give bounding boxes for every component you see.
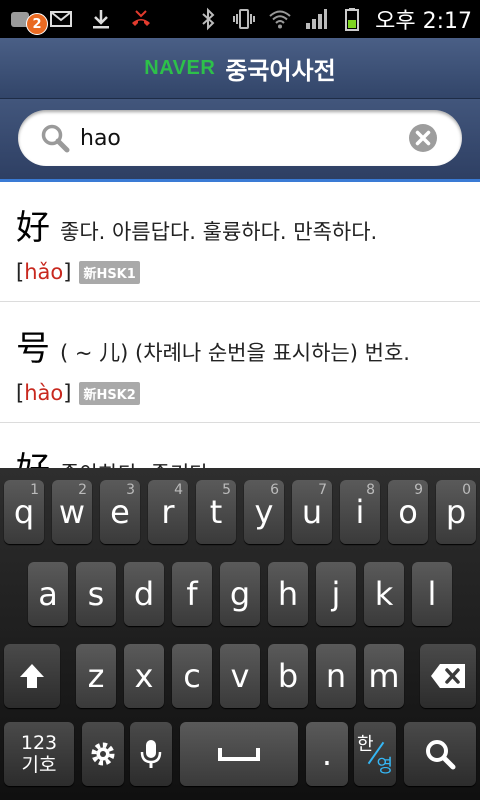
key-v[interactable]: v	[220, 644, 260, 708]
pinyin-text: hào	[24, 381, 64, 405]
result-hanzi: 号	[16, 329, 50, 369]
backspace-key[interactable]	[420, 644, 476, 708]
backspace-icon	[431, 664, 465, 688]
result-item[interactable]: 好 좋아하다. 즐기다.	[0, 424, 480, 468]
signal-icon	[303, 6, 329, 32]
settings-key[interactable]	[82, 722, 124, 786]
language-toggle-label: 한 영	[357, 734, 393, 777]
language-toggle-key[interactable]: 한 영	[354, 722, 396, 786]
result-details: [hǎo] 新HSK1	[16, 260, 140, 284]
hsk-level-badge: 新HSK1	[79, 260, 140, 284]
result-headline: 好 좋다. 아름답다. 훌륭하다. 만족하다.	[16, 200, 377, 249]
pinyin-text: hǎo	[24, 260, 64, 284]
key-u[interactable]: 7u	[292, 480, 332, 544]
shift-arrow-icon	[20, 664, 44, 688]
bluetooth-icon	[195, 6, 221, 32]
wifi-icon	[267, 6, 293, 32]
microphone-icon	[140, 740, 162, 768]
search-icon	[41, 124, 70, 153]
key-d[interactable]: d	[124, 562, 164, 626]
key-i[interactable]: 8i	[340, 480, 380, 544]
result-details: [hào] 新HSK2	[16, 381, 140, 405]
search-key[interactable]	[404, 722, 476, 786]
result-hanzi: 好	[16, 208, 50, 248]
clear-search-icon[interactable]	[408, 123, 438, 153]
results-list: 好 좋다. 아름답다. 훌륭하다. 만족하다. [hǎo] 新HSK1 号 ( …	[0, 182, 480, 468]
key-q[interactable]: 1q	[4, 480, 44, 544]
page-title: 중국어사전	[225, 56, 336, 85]
key-h[interactable]: h	[268, 562, 308, 626]
hsk-level-badge: 新HSK2	[79, 381, 140, 405]
result-hanzi: 好	[16, 442, 50, 468]
key-e[interactable]: 3e	[100, 480, 140, 544]
result-meaning: 좋다. 아름답다. 훌륭하다. 만족하다.	[60, 220, 378, 244]
search-input[interactable]	[80, 120, 400, 156]
period-key[interactable]: .	[306, 722, 348, 786]
result-headline: 号 ( ~ 儿) (차례나 순번을 표시하는) 번호.	[16, 321, 410, 370]
space-bar-icon	[218, 748, 260, 761]
symbols-key[interactable]: 123 기호	[4, 722, 74, 786]
app-header: NAVER 중국어사전	[0, 38, 480, 99]
status-bar: 2 오후 2:17	[0, 0, 480, 38]
notification-badge: 2	[26, 13, 48, 35]
space-key[interactable]	[180, 722, 298, 786]
key-x[interactable]: x	[124, 644, 164, 708]
key-n[interactable]: n	[316, 644, 356, 708]
status-bar-system: 오후 2:17	[195, 0, 472, 38]
key-r[interactable]: 4r	[148, 480, 188, 544]
key-w[interactable]: 2w	[52, 480, 92, 544]
download-icon	[88, 6, 114, 32]
result-meaning: 좋아하다. 즐기다.	[60, 458, 215, 468]
search-area	[0, 99, 480, 179]
status-time: 오후 2:17	[375, 9, 472, 34]
voice-input-key[interactable]	[130, 722, 172, 786]
key-b[interactable]: b	[268, 644, 308, 708]
gear-icon	[91, 742, 115, 766]
key-f[interactable]: f	[172, 562, 212, 626]
key-a[interactable]: a	[28, 562, 68, 626]
key-l[interactable]: l	[412, 562, 452, 626]
key-s[interactable]: s	[76, 562, 116, 626]
missed-call-icon	[128, 6, 154, 32]
key-c[interactable]: c	[172, 644, 212, 708]
key-g[interactable]: g	[220, 562, 260, 626]
soft-keyboard: 1q 2w 3e 4r 5t 6y 7u 8i 9o 0p a s d f g …	[0, 468, 480, 800]
key-t[interactable]: 5t	[196, 480, 236, 544]
key-o[interactable]: 9o	[388, 480, 428, 544]
vibrate-icon	[231, 6, 257, 32]
key-m[interactable]: m	[364, 644, 404, 708]
shift-key[interactable]	[4, 644, 60, 708]
result-item[interactable]: 好 좋다. 아름답다. 훌륭하다. 만족하다. [hǎo] 新HSK1	[0, 182, 480, 302]
key-k[interactable]: k	[364, 562, 404, 626]
naver-logo: NAVER	[144, 56, 216, 79]
result-meaning: ( ~ 儿) (차례나 순번을 표시하는) 번호.	[60, 341, 410, 365]
key-z[interactable]: z	[76, 644, 116, 708]
search-box[interactable]	[18, 110, 462, 166]
result-item[interactable]: 号 ( ~ 儿) (차례나 순번을 표시하는) 번호. [hào] 新HSK2	[0, 303, 480, 423]
result-pinyin: [hào]	[16, 381, 72, 405]
status-bar-notifications: 2	[8, 0, 154, 38]
key-j[interactable]: j	[316, 562, 356, 626]
result-headline: 好 좋아하다. 즐기다.	[16, 442, 215, 468]
search-icon	[426, 740, 456, 770]
key-y[interactable]: 6y	[244, 480, 284, 544]
mail-icon	[48, 6, 74, 32]
battery-icon	[339, 6, 365, 32]
key-p[interactable]: 0p	[436, 480, 476, 544]
result-pinyin: [hǎo]	[16, 260, 72, 284]
